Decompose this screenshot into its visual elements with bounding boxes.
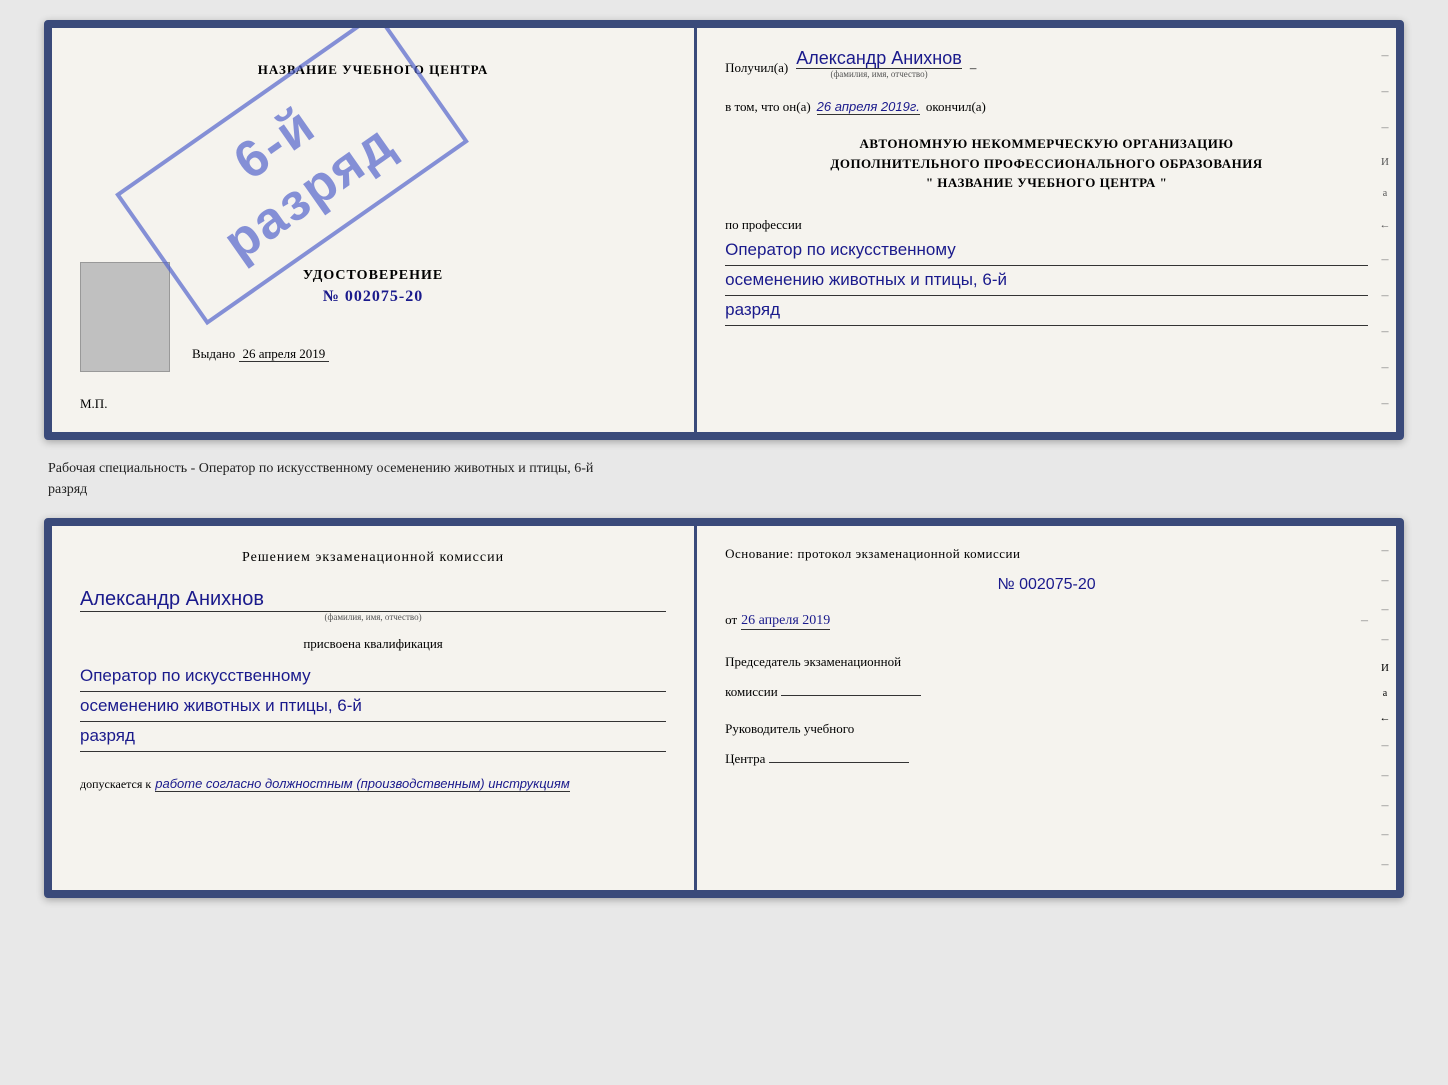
issued-date-value: 26 апреля 2019: [239, 346, 330, 362]
top-doc-left: НАЗВАНИЕ УЧЕБНОГО ЦЕНТРА 6-й разряд УДОС…: [52, 28, 697, 432]
chairman-label: Председатель экзаменационнойкомиссии: [725, 652, 1368, 701]
chairman-signature-line: [781, 676, 921, 696]
profession-line2: осеменению животных и птицы, 6-й: [725, 266, 1368, 296]
protocol-date-block: от 26 апреля 2019 –: [725, 612, 1368, 630]
protocol-number: № 002075-20: [725, 576, 1368, 594]
issued-label: Выдано: [192, 346, 235, 361]
completed-label: окончил(а): [926, 95, 986, 118]
bottom-doc-right: Основание: протокол экзаменационной коми…: [697, 526, 1396, 890]
org-line3: " НАЗВАНИЕ УЧЕБНОГО ЦЕНТРА ": [725, 173, 1368, 193]
date-row: в том, что он(а) 26 апреля 2019г. окончи…: [725, 95, 1368, 118]
org-line2: ДОПОЛНИТЕЛЬНОГО ПРОФЕССИОНАЛЬНОГО ОБРАЗО…: [725, 154, 1368, 174]
protocol-date: 26 апреля 2019: [741, 613, 830, 630]
director-label: Руководитель учебногоЦентра: [725, 719, 1368, 768]
bottom-person-name: Александр Анихнов: [80, 588, 666, 612]
completion-date: 26 апреля 2019г.: [817, 99, 920, 115]
received-label: Получил(а): [725, 56, 788, 79]
middle-text: Рабочая специальность - Оператор по иску…: [44, 458, 1404, 500]
profession-line3: разряд: [725, 296, 1368, 326]
profession-label: по профессии: [725, 217, 802, 232]
recipient-name: Александр Анихнов: [796, 48, 962, 69]
basis-title: Основание: протокол экзаменационной коми…: [725, 546, 1368, 562]
cert-number: № 002075-20: [303, 288, 443, 306]
top-document: НАЗВАНИЕ УЧЕБНОГО ЦЕНТРА 6-й разряд УДОС…: [44, 20, 1404, 440]
mp-label: М.П.: [80, 396, 107, 412]
photo-placeholder: [80, 262, 170, 372]
bottom-person-block: Александр Анихнов (фамилия, имя, отчеств…: [80, 588, 666, 622]
middle-text-content: Рабочая специальность - Оператор по иску…: [48, 461, 593, 497]
allowed-label: допускается к: [80, 777, 151, 792]
date-prefix: от: [725, 612, 737, 628]
qual-line1: Оператор по искусственному: [80, 662, 666, 692]
cert-label: УДОСТОВЕРЕНИЕ: [303, 268, 443, 284]
issued-date-block: Выдано 26 апреля 2019: [192, 346, 329, 362]
top-doc-right: Получил(а) Александр Анихнов (фамилия, и…: [697, 28, 1396, 432]
director-signature-line: [769, 743, 909, 763]
profession-block: по профессии Оператор по искусственному …: [725, 213, 1368, 326]
org-block: АВТОНОМНУЮ НЕКОММЕРЧЕСКУЮ ОРГАНИЗАЦИЮ ДО…: [725, 134, 1368, 193]
dash1: –: [970, 56, 977, 79]
allowed-value: работе согласно должностным (производств…: [155, 776, 570, 792]
qual-line2: осеменению животных и птицы, 6-й: [80, 692, 666, 722]
bottom-document: Решением экзаменационной комиссии Алекса…: [44, 518, 1404, 898]
top-left-title: НАЗВАНИЕ УЧЕБНОГО ЦЕНТРА: [258, 62, 489, 78]
allowed-block: допускается к работе согласно должностны…: [80, 776, 666, 792]
stamp-line1: 6-й: [223, 95, 326, 192]
bottom-doc-left: Решением экзаменационной комиссии Алекса…: [52, 526, 697, 890]
in-that-label: в том, что он(а): [725, 95, 811, 118]
recipient-row: Получил(а) Александр Анихнов (фамилия, и…: [725, 48, 1368, 79]
assigned-label: присвоена квалификация: [80, 636, 666, 652]
bottom-name-sublabel: (фамилия, имя, отчество): [80, 612, 666, 622]
qualification-block: Оператор по искусственному осеменению жи…: [80, 662, 666, 752]
side-marks-top: – – – И а ← – – – – –: [1374, 28, 1396, 432]
profession-line1: Оператор по искусственному: [725, 236, 1368, 266]
org-line1: АВТОНОМНУЮ НЕКОММЕРЧЕСКУЮ ОРГАНИЗАЦИЮ: [725, 134, 1368, 154]
cert-label-block: УДОСТОВЕРЕНИЕ № 002075-20: [303, 208, 443, 306]
side-marks-bottom: – – – – И а ← – – – – –: [1374, 526, 1396, 890]
decision-title: Решением экзаменационной комиссии: [80, 550, 666, 566]
dash-right: –: [1361, 613, 1368, 629]
qual-line3: разряд: [80, 722, 666, 752]
name-sublabel: (фамилия, имя, отчество): [796, 69, 962, 79]
